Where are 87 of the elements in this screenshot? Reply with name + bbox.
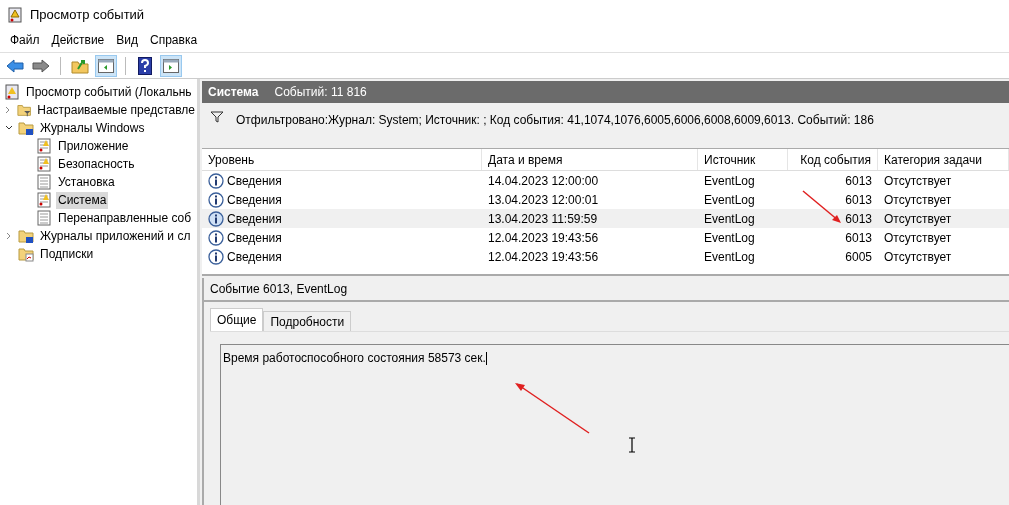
table-cell-text: EventLog <box>704 172 755 190</box>
table-cell-text: Отсутствует <box>884 248 952 266</box>
menu-item[interactable]: Вид <box>110 30 144 50</box>
info-icon <box>208 210 224 227</box>
event-description: Время работоспособного состояния 58573 сек. <box>223 351 486 365</box>
folder-icon <box>18 246 34 262</box>
column-header[interactable]: Уровень <box>202 149 482 170</box>
folder-arrow-icon <box>71 57 89 74</box>
app-icon <box>4 84 20 100</box>
table-cell-text: 12.04.2023 19:43:56 <box>488 229 599 247</box>
description-field[interactable]: Время работоспособного состояния 58573 сек. <box>220 344 1009 505</box>
tab[interactable]: Подробности <box>263 311 352 331</box>
panel-icon <box>98 58 114 73</box>
tree-item[interactable]: Просмотр событий (Локальнь <box>24 83 194 101</box>
table-row[interactable]: Сведения 12.04.2023 19:43:56 EventLog 6005 Отсутствует <box>202 247 1009 266</box>
tree-item[interactable]: Подписки <box>38 245 96 263</box>
filter-description: Отфильтровано:Журнал: System; Источник: ; Код события: 41,1074,1076,6005,6006,6008,6009,6013. Событий: 186 <box>236 112 874 129</box>
table-cell-text: Отсутствует <box>884 172 952 190</box>
table-cell-text: EventLog <box>704 229 755 247</box>
table-cell-text: Сведения <box>227 191 282 209</box>
forward-arrow-icon <box>32 58 50 73</box>
table-row[interactable]: Сведения 13.04.2023 11:59:59 EventLog 6013 Отсутствует <box>202 209 1009 228</box>
info-icon <box>208 248 224 265</box>
log-title: Система <box>208 84 259 101</box>
filter-icon <box>210 111 224 123</box>
tree-item[interactable]: Перенаправленные соб <box>56 209 194 227</box>
folder-icon <box>16 102 32 118</box>
tree-item[interactable]: Безопасность <box>56 155 137 173</box>
table-cell-text: 6005 <box>845 248 872 266</box>
column-header[interactable]: Дата и время <box>482 149 698 170</box>
table-cell-text: EventLog <box>704 210 755 228</box>
column-header[interactable]: Категория задачи <box>878 149 1009 170</box>
tab[interactable]: Общие <box>210 308 264 331</box>
table-cell-text: 14.04.2023 12:00:00 <box>488 172 599 190</box>
table-row[interactable]: Сведения 12.04.2023 19:43:56 EventLog 6013 Отсутствует <box>202 228 1009 247</box>
help-icon <box>138 56 152 75</box>
column-header[interactable]: Источник <box>698 149 788 170</box>
show-actions-button[interactable] <box>160 54 182 77</box>
info-icon <box>208 172 224 189</box>
table-cell-text: 13.04.2023 11:59:59 <box>488 210 598 228</box>
table-cell-text: Сведения <box>227 229 282 247</box>
tree-item[interactable]: Установка <box>56 173 117 191</box>
tree-item[interactable]: Система <box>56 191 109 209</box>
expand-chevron-icon[interactable] <box>5 232 13 240</box>
log-icon <box>36 210 52 226</box>
table-cell-text: Отсутствует <box>884 191 952 209</box>
annotation-arrow <box>802 190 842 224</box>
log-icon <box>36 156 52 172</box>
log-icon <box>36 174 52 190</box>
tree-item[interactable]: Журналы приложений и сл <box>38 227 193 245</box>
show-tree-button[interactable] <box>95 54 117 77</box>
log-icon <box>36 192 52 208</box>
tree-item[interactable]: Настраиваемые представле <box>35 101 197 119</box>
tree-item[interactable]: Приложение <box>56 137 131 155</box>
menu-item[interactable]: Файл <box>4 30 46 50</box>
table-cell-text: 6013 <box>845 172 872 190</box>
folder-icon <box>18 228 34 244</box>
tree-item[interactable]: Журналы Windows <box>38 119 147 137</box>
table-row[interactable]: Сведения 14.04.2023 12:00:00 EventLog 6013 Отсутствует <box>202 171 1009 190</box>
back-arrow-icon <box>6 58 24 73</box>
app-icon <box>8 7 22 23</box>
table-cell-text: Отсутствует <box>884 229 952 247</box>
log-icon <box>36 138 52 154</box>
table-cell-text: 12.04.2023 19:43:56 <box>488 248 599 266</box>
column-header[interactable]: Код события <box>788 149 878 170</box>
menu-item[interactable]: Действие <box>45 30 111 50</box>
table-row[interactable]: Сведения 13.04.2023 12:00:01 EventLog 6013 Отсутствует <box>202 190 1009 209</box>
collapse-chevron-icon[interactable] <box>5 124 13 132</box>
table-cell-text: 6013 <box>845 210 872 228</box>
table-cell-text: Сведения <box>227 210 282 228</box>
info-icon <box>208 229 224 246</box>
menu-item[interactable]: Справка <box>144 30 204 50</box>
table-cell-text: Сведения <box>227 172 282 190</box>
table-cell-text: Отсутствует <box>884 210 952 228</box>
event-title: Событие 6013, EventLog <box>210 281 348 298</box>
table-cell-text: Сведения <box>227 248 282 266</box>
text-cursor-icon <box>628 437 636 453</box>
table-cell-text: 6013 <box>845 229 872 247</box>
table-cell-text: 13.04.2023 12:00:01 <box>488 191 599 209</box>
panel-icon <box>163 58 179 73</box>
table-cell-text: EventLog <box>704 248 755 266</box>
folder-icon <box>18 120 34 136</box>
info-icon <box>208 191 224 208</box>
window-title: Просмотр событий <box>30 6 145 25</box>
event-count: Событий: 11 816 <box>274 84 367 101</box>
table-cell-text: 6013 <box>845 191 872 209</box>
table-cell-text: EventLog <box>704 191 755 209</box>
